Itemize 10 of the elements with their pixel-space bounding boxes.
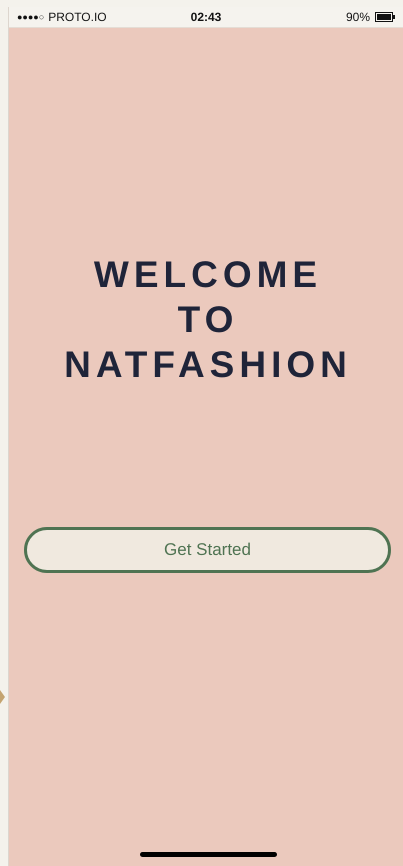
welcome-title: WELCOME [94, 253, 322, 297]
triangle-icon [0, 690, 5, 704]
battery-percentage: 90% [346, 10, 370, 24]
carrier-name: PROTO.IO [48, 10, 107, 24]
get-started-button[interactable]: Get Started [24, 527, 391, 573]
welcome-title: TO [178, 298, 238, 342]
welcome-title: NATFASHION [64, 343, 352, 387]
battery-icon [375, 12, 395, 22]
signal-strength: ●●●●○ [17, 12, 44, 22]
clock-time: 02:43 [190, 10, 222, 24]
